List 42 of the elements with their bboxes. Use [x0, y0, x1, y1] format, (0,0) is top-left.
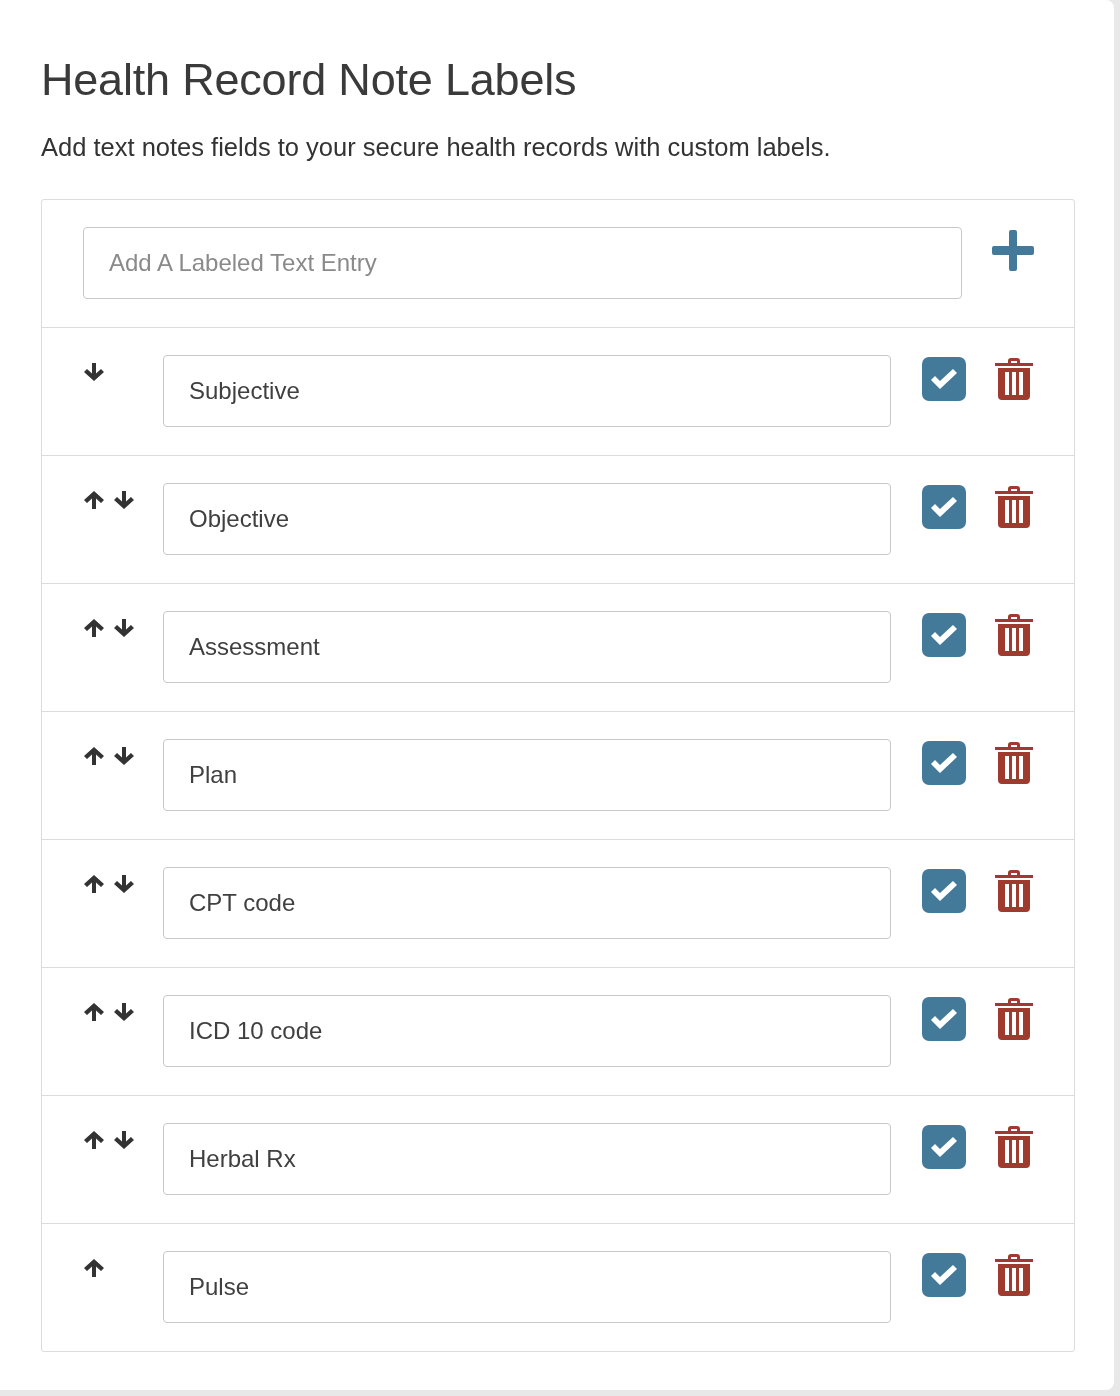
- label-input-field[interactable]: Objective: [163, 483, 891, 555]
- label-input-field[interactable]: Herbal Rx: [163, 1123, 891, 1195]
- delete-trash-icon[interactable]: [994, 357, 1034, 401]
- label-input-field[interactable]: CPT code: [163, 867, 891, 939]
- checkbox-icon[interactable]: [922, 357, 966, 401]
- move-down-arrow-icon[interactable]: [113, 746, 135, 766]
- page-title: Health Record Note Labels: [41, 53, 578, 107]
- checkbox-icon[interactable]: [922, 485, 966, 529]
- label-input-field[interactable]: Subjective: [163, 355, 891, 427]
- move-up-arrow-icon[interactable]: [83, 1258, 105, 1278]
- move-down-arrow-icon[interactable]: [113, 618, 135, 638]
- page-description: Add text notes fields to your secure health records with custom labels.: [41, 132, 832, 163]
- move-up-arrow-icon[interactable]: [83, 1130, 105, 1150]
- add-plus-icon[interactable]: [992, 230, 1034, 271]
- move-down-arrow-icon[interactable]: [113, 1002, 135, 1022]
- delete-trash-icon[interactable]: [994, 485, 1034, 529]
- checkbox-icon[interactable]: [922, 741, 966, 785]
- label-input-field[interactable]: Pulse: [163, 1251, 891, 1323]
- move-down-arrow-icon[interactable]: [113, 490, 135, 510]
- delete-trash-icon[interactable]: [994, 1125, 1034, 1169]
- label-input-field[interactable]: Assessment: [163, 611, 891, 683]
- checkbox-icon[interactable]: [922, 1253, 966, 1297]
- move-up-arrow-icon[interactable]: [83, 746, 105, 766]
- move-up-arrow-icon[interactable]: [83, 874, 105, 894]
- checkbox-icon[interactable]: [922, 1125, 966, 1169]
- label-input-field[interactable]: ICD 10 code: [163, 995, 891, 1067]
- label-input-field[interactable]: Plan: [163, 739, 891, 811]
- move-down-arrow-icon[interactable]: [83, 362, 105, 382]
- move-down-arrow-icon[interactable]: [113, 1130, 135, 1150]
- checkbox-icon[interactable]: [922, 869, 966, 913]
- checkbox-icon[interactable]: [922, 613, 966, 657]
- move-up-arrow-icon[interactable]: [83, 618, 105, 638]
- delete-trash-icon[interactable]: [994, 1253, 1034, 1297]
- move-up-arrow-icon[interactable]: [83, 1002, 105, 1022]
- move-down-arrow-icon[interactable]: [113, 874, 135, 894]
- delete-trash-icon[interactable]: [994, 613, 1034, 657]
- delete-trash-icon[interactable]: [994, 741, 1034, 785]
- checkbox-icon[interactable]: [922, 997, 966, 1041]
- new-entry-input-field[interactable]: Add A Labeled Text Entry: [83, 227, 962, 299]
- delete-trash-icon[interactable]: [994, 997, 1034, 1041]
- delete-trash-icon[interactable]: [994, 869, 1034, 913]
- move-up-arrow-icon[interactable]: [83, 490, 105, 510]
